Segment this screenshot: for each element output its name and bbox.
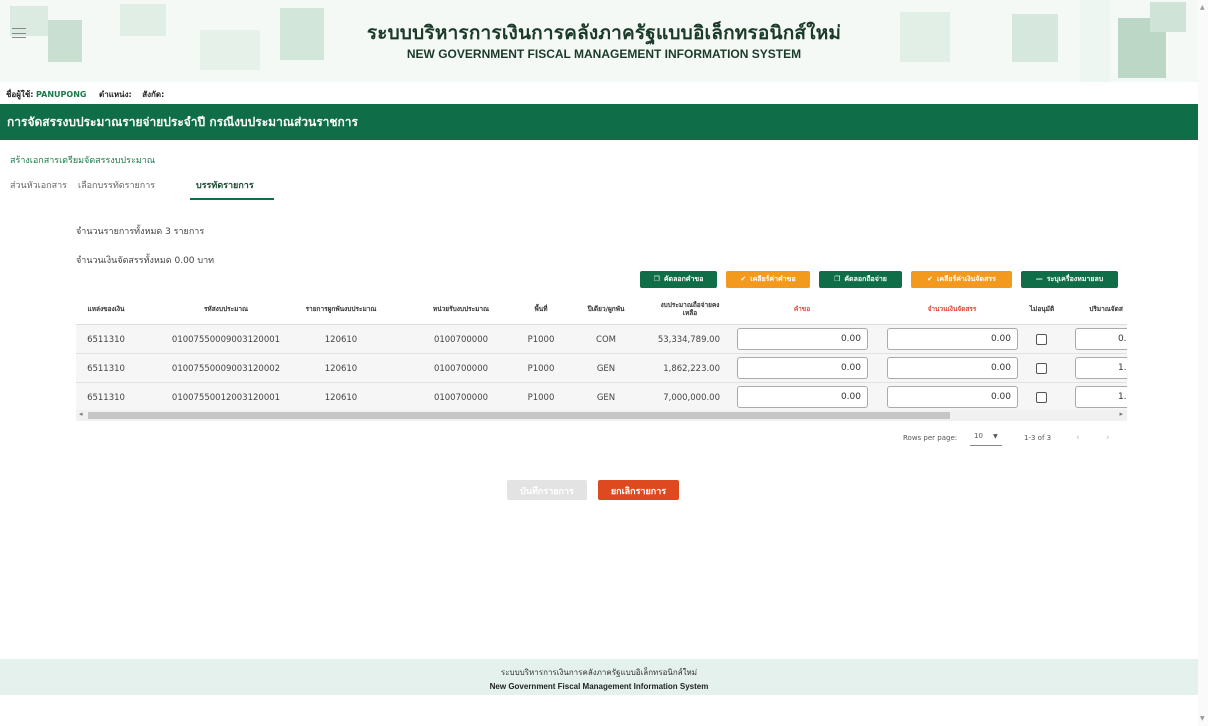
save-button[interactable]: บันทึกรายการ <box>507 480 587 500</box>
col-source: แหล่งของเงิน <box>87 305 125 313</box>
cell-area: P1000 <box>527 363 555 374</box>
page-vertical-scrollbar[interactable]: ▲ ▼ <box>1198 0 1208 726</box>
table-row: 6511310 01007550009003120001 120610 0100… <box>76 325 1127 354</box>
cell-commitment: 120610 <box>324 363 358 374</box>
table-row: 6511310 01007550009003120002 120610 0100… <box>76 354 1127 383</box>
rows-per-page-value: 10 <box>974 432 983 440</box>
username-value: PANUPONG <box>36 90 87 99</box>
footer-title-en: New Government Fiscal Management Informa… <box>489 682 709 691</box>
table-horizontal-scrollbar[interactable]: ◂ ▸ <box>76 410 1127 421</box>
eraser-icon: ✔ <box>927 275 933 283</box>
system-title-en: NEW GOVERNMENT FISCAL MANAGEMENT INFORMA… <box>406 47 802 61</box>
set-negative-sign-button[interactable]: — ระบุเครื่องหมายลบ <box>1021 271 1118 288</box>
table-row: 6511310 01007550012003120001 120610 0100… <box>76 383 1127 412</box>
clear-allocation-button[interactable]: ✔ เคลียร์ค่าเงินจัดสรร <box>911 271 1012 288</box>
eraser-icon: ✔ <box>740 275 747 283</box>
username-label: ชื่อผู้ใช้: <box>6 90 34 99</box>
col-quantity: ปริมาณจัดส <box>1089 305 1123 313</box>
col-remaining: งบประมาณถือจ่ายคงเหลือ <box>660 301 720 317</box>
chevron-down-icon: ▼ <box>993 433 998 440</box>
set-negative-sign-label: ระบุเครื่องหมายลบ <box>1046 275 1104 283</box>
tab-select-lines[interactable]: เลือกบรรทัดรายการ <box>78 178 155 200</box>
allocated-input[interactable] <box>887 357 1018 379</box>
scroll-down-icon[interactable]: ▼ <box>1200 715 1205 722</box>
col-unit: หน่วยรับงบประมาณ <box>432 305 490 313</box>
scroll-right-icon[interactable]: ▸ <box>1119 410 1123 418</box>
cell-budget-code: 01007550009003120001 <box>171 334 281 345</box>
page-title: การจัดสรรงบประมาณรายจ่ายประจำปี กรณีงบปร… <box>0 104 1198 140</box>
col-allocated: จำนวนเงินจัดสรร <box>927 305 977 313</box>
table-header: แหล่งของเงิน รหัสงบประมาณ รายการผูกพันงบ… <box>76 293 1127 325</box>
scrollbar-thumb[interactable] <box>88 412 950 419</box>
item-count-text: จำนวนรายการทั้งหมด 3 รายการ <box>76 227 205 237</box>
cell-unit: 0100700000 <box>433 392 489 403</box>
clear-request-button[interactable]: ✔ เคลียร์ค่าคำขอ <box>726 271 810 288</box>
cell-unit: 0100700000 <box>433 334 489 345</box>
copy-icon: ❐ <box>834 275 841 283</box>
scroll-left-icon[interactable]: ◂ <box>79 410 83 418</box>
cell-area: P1000 <box>527 392 555 403</box>
user-info: ชื่อผู้ใช้: PANUPONG ตำแหน่ง: สังกัด: <box>6 88 164 101</box>
header-banner: ระบบบริหารการเงินการคลังภาครัฐแบบอิเล็กท… <box>0 0 1198 82</box>
cell-commitment: 120610 <box>324 392 358 403</box>
request-input[interactable] <box>737 328 868 350</box>
clear-request-label: เคลียร์ค่าคำขอ <box>750 275 796 283</box>
next-page-icon[interactable]: › <box>1106 433 1110 443</box>
active-tab-indicator <box>190 198 274 200</box>
not-approved-checkbox[interactable] <box>1036 392 1047 403</box>
position-label: ตำแหน่ง: <box>99 90 132 99</box>
cell-year-type: GEN <box>596 392 616 403</box>
cell-area: P1000 <box>527 334 555 345</box>
footer: ระบบบริหารการเงินการคลังภาครัฐแบบอิเล็กท… <box>0 659 1198 695</box>
system-title-th: ระบบบริหารการเงินการคลังภาครัฐแบบอิเล็กท… <box>366 22 842 44</box>
cell-source: 6511310 <box>87 392 125 403</box>
page-range: 1-3 of 3 <box>1024 434 1052 442</box>
copy-icon: ❐ <box>653 275 660 283</box>
total-amount-text: จำนวนเงินจัดสรรทั้งหมด 0.00 บาท <box>76 256 215 266</box>
cell-remaining: 7,000,000.00 <box>663 392 720 403</box>
cell-remaining: 53,334,789.00 <box>657 334 720 345</box>
line-items-table: แหล่งของเงิน รหัสงบประมาณ รายการผูกพันงบ… <box>76 293 1127 421</box>
cell-unit: 0100700000 <box>433 363 489 374</box>
allocated-input[interactable] <box>887 386 1018 408</box>
copy-holding-button[interactable]: ❐ คัดลอกถือจ่าย <box>819 271 902 288</box>
breadcrumb[interactable]: สร้างเอกสารเตรียมจัดสรรงบประมาณ <box>10 153 155 167</box>
tab-document-header[interactable]: ส่วนหัวเอกสาร <box>10 178 67 200</box>
col-budget-code: รหัสงบประมาณ <box>203 305 249 313</box>
cell-commitment: 120610 <box>324 334 358 345</box>
allocated-input[interactable] <box>887 328 1018 350</box>
quantity-input[interactable] <box>1075 357 1127 379</box>
col-area: พื้นที่ <box>534 305 548 313</box>
cancel-button[interactable]: ยกเลิกรายการ <box>598 480 679 500</box>
tab-line-items[interactable]: บรรทัดรายการ <box>196 178 254 200</box>
cell-year-type: GEN <box>596 363 616 374</box>
minus-icon: — <box>1035 275 1043 283</box>
col-request: คำขอ <box>793 305 811 313</box>
request-input[interactable] <box>737 357 868 379</box>
rows-per-page-select[interactable]: 10 ▼ <box>970 432 1002 446</box>
quantity-input[interactable] <box>1075 328 1127 350</box>
clear-allocation-label: เคลียร์ค่าเงินจัดสรร <box>937 275 996 283</box>
quantity-input[interactable] <box>1075 386 1127 408</box>
prev-page-icon[interactable]: ‹ <box>1076 433 1080 443</box>
cell-source: 6511310 <box>87 334 125 345</box>
cell-remaining: 1,862,223.00 <box>663 363 720 374</box>
cell-source: 6511310 <box>87 363 125 374</box>
copy-request-label: คัดลอกคำขอ <box>663 275 704 283</box>
copy-holding-label: คัดลอกถือจ่าย <box>844 275 887 283</box>
copy-request-button[interactable]: ❐ คัดลอกคำขอ <box>640 271 717 288</box>
col-not-approved: ไม่อนุมัติ <box>1029 305 1055 313</box>
cell-year-type: COM <box>596 334 616 345</box>
affiliation-label: สังกัด: <box>142 90 165 99</box>
footer-title-th: ระบบบริหารการเงินการคลังภาครัฐแบบอิเล็กท… <box>500 668 698 677</box>
not-approved-checkbox[interactable] <box>1036 363 1047 374</box>
not-approved-checkbox[interactable] <box>1036 334 1047 345</box>
cell-budget-code: 01007550012003120001 <box>171 392 281 403</box>
col-commitment: รายการผูกพันงบประมาณ <box>305 305 377 313</box>
col-year-type: ปีเดียว/ผูกพัน <box>587 305 625 313</box>
rows-per-page-label: Rows per page: <box>903 434 958 442</box>
cell-budget-code: 01007550009003120002 <box>171 363 281 374</box>
scroll-up-icon[interactable]: ▲ <box>1200 4 1205 11</box>
request-input[interactable] <box>737 386 868 408</box>
